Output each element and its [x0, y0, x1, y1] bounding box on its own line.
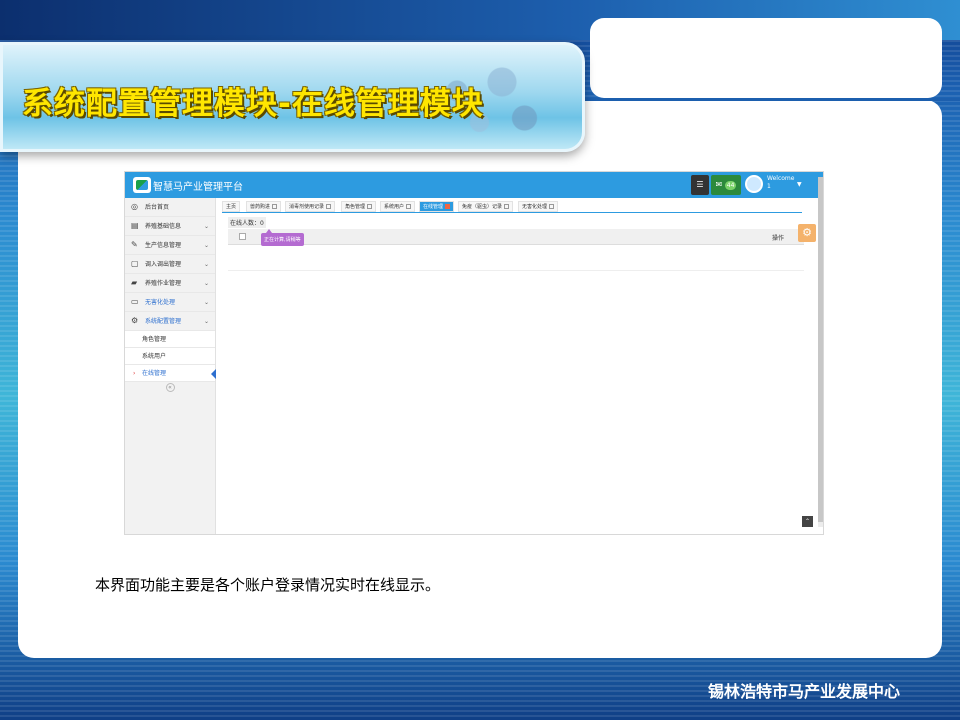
sidebar-item-label: 养殖作业管理 — [145, 280, 182, 287]
sidebar: ◎ 后台首页 ▤ 养殖基础信息 ⌄ ✎ 生产信息管理 ⌄ ▢ 调入调出管理 ⌄ ▰ 养殖作业管理… — [125, 198, 216, 534]
chevron-down-icon: ⌄ — [203, 242, 209, 249]
tab-harmless[interactable]: 无害化处理 — [518, 201, 559, 212]
desktop-icon: ▭ — [131, 297, 139, 306]
sidebar-item-label: 生产信息管理 — [145, 242, 182, 249]
sidebar-subitem-roles[interactable]: 角色管理 — [125, 331, 215, 348]
table-icon: ▤ — [131, 221, 139, 230]
close-icon[interactable] — [549, 204, 555, 209]
sidebar-item-home[interactable]: ◎ 后台首页 — [125, 198, 215, 217]
list-icon[interactable]: ☰ — [691, 175, 709, 195]
tab-label: 角色管理 — [345, 204, 366, 210]
sidebar-item-transfer[interactable]: ▢ 调入调出管理 ⌄ — [125, 255, 215, 274]
operation-column-header: 操作 — [771, 235, 784, 242]
sidebar-item-operations[interactable]: ▰ 养殖作业管理 ⌄ — [125, 274, 215, 293]
cogs-icon: ⚙ — [131, 316, 139, 325]
chevron-down-icon: ⌄ — [203, 280, 209, 287]
app-header: 智慧马产业管理平台 ☰ ✉ 44 Welcome 1 ▼ — [125, 172, 823, 198]
welcome-label: Welcome — [767, 175, 795, 182]
tab-disinfectant[interactable]: 消毒剂使用记录 — [285, 201, 336, 212]
tab-online[interactable]: 在线管理 — [419, 201, 455, 212]
tab-label: 主页 — [226, 204, 237, 210]
sidebar-subitem-online[interactable]: › 在线管理 — [125, 365, 216, 382]
angle-right-icon: › — [133, 370, 136, 377]
sidebar-subitem-users[interactable]: 系统用户 — [125, 348, 215, 365]
sidebar-item-label: 调入调出管理 — [145, 261, 182, 268]
tab-users[interactable]: 系统用户 — [380, 201, 416, 212]
accent-line — [580, 98, 960, 101]
close-icon[interactable] — [326, 204, 332, 209]
tab-label: 兽药购进 — [250, 204, 271, 210]
mail-badge: 44 — [724, 181, 737, 190]
tab-label: 消毒剂使用记录 — [289, 204, 325, 210]
slide-description: 本界面功能主要是各个账户登录情况实时在线显示。 — [95, 576, 441, 594]
scrollbar-thumb[interactable] — [818, 177, 823, 522]
sidebar-item-harmless[interactable]: ▭ 无害化处理 ⌄ — [125, 293, 215, 312]
sidebar-item-label: 后台首页 — [145, 204, 170, 211]
close-icon[interactable] — [272, 204, 278, 209]
tab-label: 系统用户 — [384, 204, 405, 210]
chevron-down-icon[interactable]: ▼ — [797, 181, 802, 188]
top-white-panel — [590, 18, 942, 98]
table-row — [228, 270, 804, 271]
footer-organization: 锡林浩特市马产业发展中心 — [708, 682, 901, 701]
chevron-down-icon: ⌄ — [203, 261, 209, 268]
welcome-text[interactable]: Welcome 1 — [767, 175, 794, 191]
close-icon[interactable] — [367, 204, 373, 209]
tab-underline — [222, 212, 802, 213]
sidebar-collapse[interactable]: « — [125, 382, 215, 394]
tab-label: 免疫（驱虫）记录 — [462, 204, 503, 210]
back-to-top-icon[interactable]: ⌃ — [802, 516, 813, 527]
tab-label: 在线管理 — [423, 204, 444, 210]
close-icon[interactable] — [445, 204, 451, 209]
loading-tooltip: 正在计算,请稍等 — [261, 229, 304, 246]
tab-home[interactable]: 主页 — [222, 201, 241, 212]
close-icon[interactable] — [504, 204, 510, 209]
tab-label: 无害化处理 — [522, 204, 548, 210]
gear-icon[interactable]: ⚙ — [798, 224, 816, 242]
logo-icon — [133, 177, 151, 193]
chevron-down-icon: ⌄ — [203, 318, 209, 325]
folder-icon: ▰ — [131, 278, 138, 287]
edit-icon: ✎ — [131, 240, 138, 249]
tab-immunization[interactable]: 免疫（驱虫）记录 — [458, 201, 514, 212]
sidebar-item-production[interactable]: ✎ 生产信息管理 ⌄ — [125, 236, 215, 255]
dashboard-icon: ◎ — [131, 202, 138, 211]
close-icon[interactable] — [406, 204, 412, 209]
sidebar-item-label: 系统配置管理 — [145, 318, 182, 325]
sidebar-item-label: 系统用户 — [142, 353, 167, 360]
tab-vet-drug[interactable]: 兽药购进 — [246, 201, 282, 212]
select-all-checkbox[interactable] — [239, 233, 246, 240]
avatar[interactable] — [745, 175, 763, 193]
user-name: 1 — [767, 183, 771, 190]
sidebar-item-label: 无害化处理 — [145, 299, 176, 306]
slide-title: 系统配置管理模块-在线管理模块 — [22, 86, 484, 122]
app-title: 智慧马产业管理平台 — [153, 182, 243, 193]
sidebar-item-label: 角色管理 — [142, 336, 167, 343]
sidebar-item-system-config[interactable]: ⚙ 系统配置管理 ⌄ — [125, 312, 215, 331]
sidebar-item-label: 养殖基础信息 — [145, 223, 182, 230]
file-icon: ▢ — [131, 259, 139, 268]
mail-button[interactable]: ✉ 44 — [711, 175, 741, 195]
sidebar-item-label: 在线管理 — [142, 370, 167, 377]
online-count: 在线人数：0 — [228, 217, 266, 228]
double-chevron-left-icon: « — [165, 383, 175, 392]
chevron-down-icon: ⌄ — [203, 223, 209, 230]
chevron-down-icon: ⌄ — [203, 299, 209, 306]
app-screenshot: 智慧马产业管理平台 ☰ ✉ 44 Welcome 1 ▼ ◎ 后台首页 ▤ 养殖基础信… — [124, 171, 824, 535]
sidebar-item-breeding-info[interactable]: ▤ 养殖基础信息 ⌄ — [125, 217, 215, 236]
table-header: 操作 — [228, 229, 804, 245]
tab-roles[interactable]: 角色管理 — [341, 201, 377, 212]
